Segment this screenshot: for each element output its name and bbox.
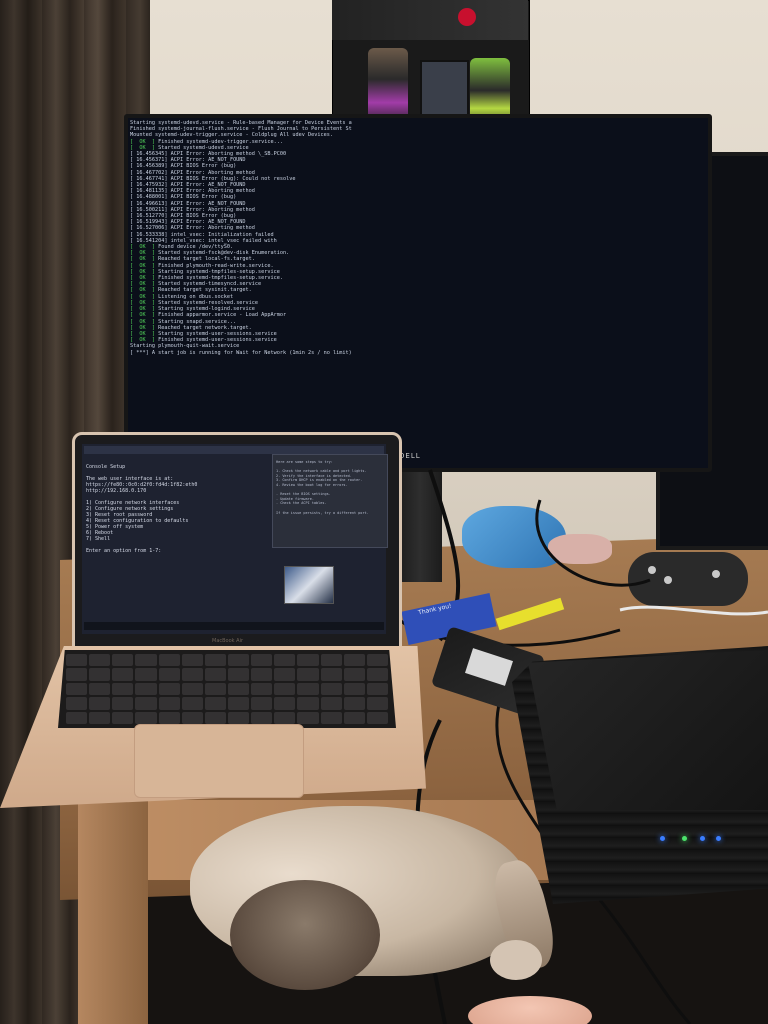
keyboard-key[interactable] [112,682,134,696]
keyboard-key[interactable] [297,711,319,724]
keyboard-key[interactable] [366,654,388,667]
keyboard-key[interactable] [320,697,342,710]
keyboard-key[interactable] [366,682,388,696]
keyboard-key[interactable] [320,654,342,667]
keyboard-key[interactable] [227,682,250,696]
keyboard-key[interactable] [227,697,250,710]
keyboard-key[interactable] [251,682,273,696]
keyboard-key[interactable] [89,654,111,667]
keyboard-key[interactable] [320,682,342,696]
keyboard-key[interactable] [89,711,111,724]
keyboard-key[interactable] [274,654,296,667]
keyboard-key[interactable] [181,654,203,667]
keyboard-key[interactable] [158,682,180,696]
keyboard-key[interactable] [135,711,157,724]
desk-scene: Starting systemd-udevd.service - Rule-ba… [0,0,768,1024]
keyboard-key[interactable] [181,697,203,710]
keyboard-key[interactable] [274,697,296,710]
keyboard-key[interactable] [297,654,319,667]
keyboard-key[interactable] [158,711,180,724]
keyboard-key[interactable] [227,654,250,667]
keyboard-key[interactable] [66,711,88,724]
chat-line: If the issue persists, try a different p… [276,510,369,515]
keyboard-key[interactable] [274,682,296,696]
keyboard-key[interactable] [89,682,111,696]
power-led-icon [660,836,665,841]
cable [535,499,651,587]
keyboard-key[interactable] [204,711,226,724]
cable [598,899,692,1024]
keyboard-key[interactable] [366,711,388,724]
keyboard-key[interactable] [343,682,365,696]
network-led-icon [700,836,705,841]
keyboard-key[interactable] [135,668,157,681]
keyboard-key[interactable] [320,668,342,681]
keyboard-key[interactable] [251,668,273,681]
keyboard-key[interactable] [274,711,296,724]
keyboard-key[interactable] [320,711,342,724]
keyboard-key[interactable] [135,654,157,667]
keyboard-key[interactable] [297,668,319,681]
keyboard-key[interactable] [297,697,319,710]
keyboard-key[interactable] [274,668,296,681]
terminal-line: Enter an option from 1-7: [86,548,165,554]
keyboard-key[interactable] [251,711,273,724]
keyboard-key[interactable] [227,668,250,681]
keyboard-key[interactable] [343,697,365,710]
keyboard-key[interactable] [366,697,388,710]
keyboard-key[interactable] [112,668,134,681]
keyboard-key[interactable] [366,668,388,681]
keyboard-key[interactable] [297,682,319,696]
keyboard-key[interactable] [251,697,273,710]
keyboard-key[interactable] [181,668,203,681]
keyboard-key[interactable] [251,654,273,667]
disk-led-icon [716,836,721,841]
keyboard-key[interactable] [89,668,111,681]
keyboard-key[interactable] [158,697,180,710]
keyboard-key[interactable] [204,682,226,696]
keyboard-key[interactable] [181,682,203,696]
cat-paw [490,940,542,980]
keyboard-key[interactable] [343,711,365,724]
keyboard-key[interactable] [158,654,180,667]
keyboard-key[interactable] [66,668,88,681]
keyboard-key[interactable] [343,654,365,667]
keyboard-key[interactable] [112,697,134,710]
dock[interactable] [84,622,384,630]
video-thumbnail[interactable] [284,566,334,604]
keyboard-key[interactable] [112,711,134,724]
browser-tab-bar[interactable] [84,446,384,454]
laptop-trackpad[interactable] [134,724,304,798]
keyboard-key[interactable] [89,697,111,710]
keyboard-key[interactable] [158,668,180,681]
laptop-brand-label: MacBook Air [212,638,244,644]
keyboard-key[interactable] [66,697,88,710]
laptop-terminal: Console Setup The web user interface is … [86,464,270,614]
keyboard-key[interactable] [181,711,203,724]
cable-white [619,605,768,616]
laptop-keyboard[interactable] [58,650,396,728]
keyboard-key[interactable] [204,668,226,681]
keyboard-key[interactable] [204,697,226,710]
keyboard-key[interactable] [204,654,226,667]
mini-pc-top [528,650,768,810]
cat-head [230,880,380,990]
status-led-icon [682,836,687,841]
chat-panel-text: Here are some steps to try: 1. Check the… [276,460,382,542]
keyboard-key[interactable] [343,668,365,681]
keyboard-key[interactable] [66,654,88,667]
keyboard-key[interactable] [227,711,250,724]
keyboard-key[interactable] [135,682,157,696]
keyboard-key[interactable] [66,682,88,696]
keyboard-key[interactable] [135,697,157,710]
keyboard-key[interactable] [112,654,134,667]
